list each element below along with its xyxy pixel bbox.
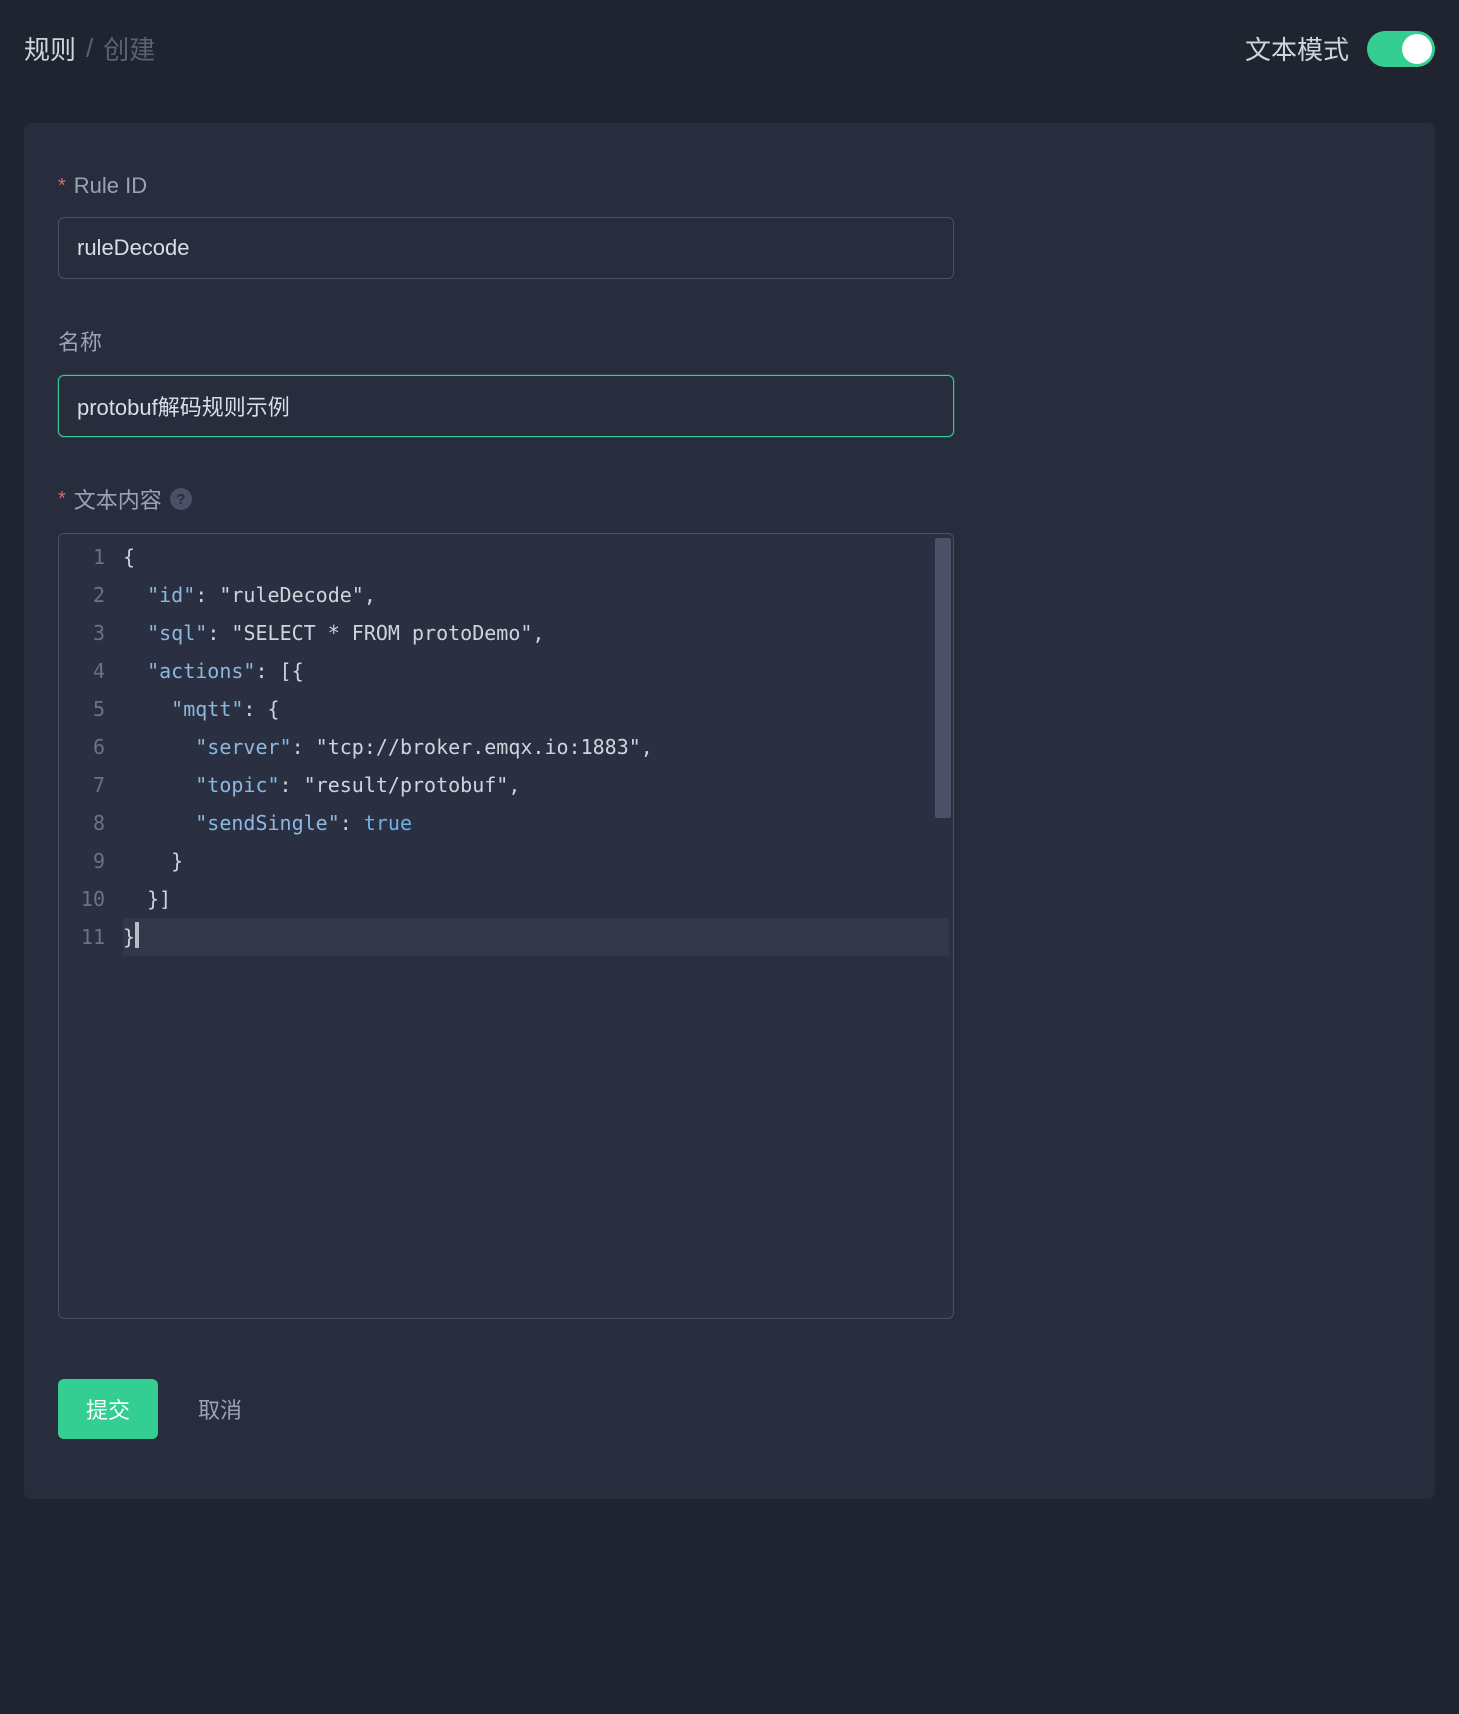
json-editor[interactable]: 1234567891011 { "id": "ruleDecode", "sql… <box>58 533 954 1319</box>
rule-id-label: * Rule ID <box>58 173 1401 199</box>
rule-id-label-text: Rule ID <box>74 173 147 199</box>
help-icon[interactable]: ? <box>170 488 192 510</box>
breadcrumb: 规则 / 创建 <box>24 30 155 67</box>
name-label: 名称 <box>58 325 1401 357</box>
required-asterisk: * <box>58 175 66 198</box>
breadcrumb-root[interactable]: 规则 <box>24 30 76 67</box>
name-label-text: 名称 <box>58 325 102 357</box>
text-mode-toggle[interactable] <box>1367 31 1435 67</box>
breadcrumb-current: 创建 <box>103 30 155 67</box>
toggle-knob <box>1402 34 1432 64</box>
field-rule-id: * Rule ID <box>58 173 1401 279</box>
form-actions: 提交 取消 <box>58 1379 1401 1439</box>
text-mode-label: 文本模式 <box>1245 30 1349 67</box>
editor-code-area[interactable]: { "id": "ruleDecode", "sql": "SELECT * F… <box>115 534 953 1318</box>
required-asterisk: * <box>58 488 66 511</box>
cancel-button[interactable]: 取消 <box>198 1393 242 1425</box>
mode-toggle-area: 文本模式 <box>1245 30 1435 67</box>
name-input[interactable] <box>58 375 954 437</box>
rule-id-input[interactable] <box>58 217 954 279</box>
scrollbar-thumb[interactable] <box>935 538 951 818</box>
text-content-label: * 文本内容 ? <box>58 483 1401 515</box>
breadcrumb-separator: / <box>86 33 93 64</box>
submit-button[interactable]: 提交 <box>58 1379 158 1439</box>
editor-scrollbar[interactable] <box>933 536 953 1316</box>
text-content-label-text: 文本内容 <box>74 483 162 515</box>
field-name: 名称 <box>58 325 1401 437</box>
form-panel: * Rule ID 名称 * 文本内容 ? 1234567891011 { "i… <box>24 123 1435 1499</box>
page-header: 规则 / 创建 文本模式 <box>24 30 1435 67</box>
field-text-content: * 文本内容 ? 1234567891011 { "id": "ruleDeco… <box>58 483 1401 1319</box>
editor-gutter: 1234567891011 <box>59 534 115 1318</box>
